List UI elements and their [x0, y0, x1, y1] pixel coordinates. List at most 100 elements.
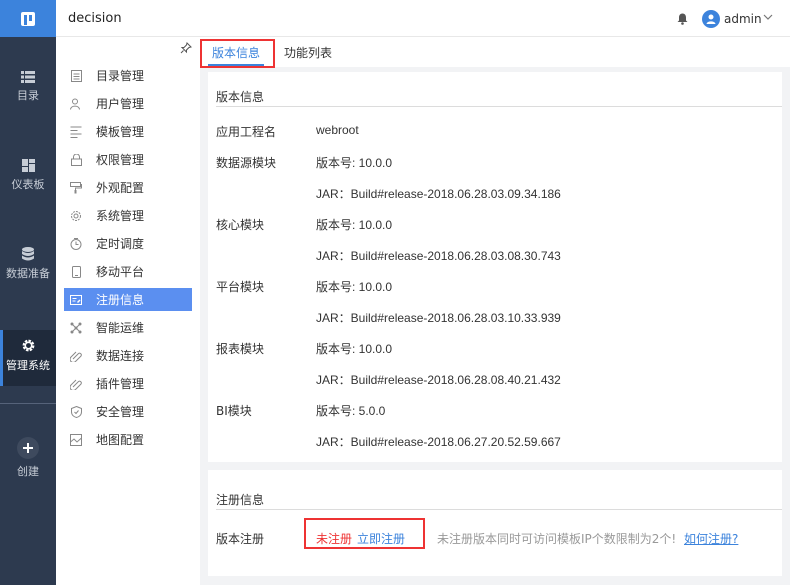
shield-icon	[70, 405, 82, 418]
subnav-item-system[interactable]: 系统管理	[64, 204, 192, 227]
row-label: BI模块	[216, 404, 252, 418]
nav-item-catalog[interactable]: 目录	[0, 71, 56, 103]
subnav-label: 注册信息	[96, 293, 145, 307]
nav-divider	[0, 403, 56, 404]
nav-item-dashboard[interactable]: 仪表板	[0, 159, 56, 192]
subnav-label: 系统管理	[96, 209, 145, 223]
nav-item-create[interactable]: 创建	[0, 437, 56, 479]
avatar[interactable]	[702, 10, 720, 28]
subnav-label: 定时调度	[96, 237, 145, 251]
template-icon	[70, 126, 82, 138]
app-title: decision	[68, 11, 122, 26]
subnav-item-permissions[interactable]: 权限管理	[64, 148, 192, 171]
pin-icon[interactable]	[180, 42, 192, 54]
nav-label: 管理系统	[6, 359, 50, 372]
paint-icon	[70, 181, 82, 194]
row-value: JAR：Build#release-2018.06.27.20.52.59.66…	[316, 435, 561, 449]
logo-icon	[21, 11, 35, 26]
logo[interactable]	[0, 0, 56, 37]
register-icon	[70, 294, 82, 306]
card-title: 版本信息	[216, 90, 265, 104]
main-content: 版本信息 功能列表 版本信息 应用工程名 webroot 数据源模块 版本号: …	[200, 37, 790, 585]
tab-bar: 版本信息 功能列表	[200, 37, 790, 67]
user-icon	[70, 98, 82, 110]
row-value: 版本号: 10.0.0	[316, 156, 393, 170]
nav-item-management[interactable]: 管理系统	[0, 330, 56, 386]
subnav-item-plugins[interactable]: 插件管理	[64, 372, 192, 395]
subnav-label: 目录管理	[96, 69, 145, 83]
settings-icon	[70, 210, 82, 222]
row-label: 平台模块	[216, 280, 265, 294]
subnav-label: 插件管理	[96, 377, 145, 391]
register-label: 版本注册	[216, 532, 265, 546]
subnav-item-templates[interactable]: 模板管理	[64, 120, 192, 143]
how-to-register-link[interactable]: 如何注册?	[684, 530, 738, 547]
subnav-item-catalog[interactable]: 目录管理	[64, 64, 192, 87]
highlight-box-register	[304, 518, 425, 549]
row-label: 报表模块	[216, 342, 265, 356]
subnav-item-users[interactable]: 用户管理	[64, 92, 192, 115]
sub-nav: 目录管理 用户管理 模板管理 权限管理 外观配置 系统管理 定时调度 移动平台 …	[56, 37, 200, 585]
plus-icon	[17, 437, 39, 459]
subnav-label: 用户管理	[96, 97, 145, 111]
subnav-label: 模板管理	[96, 125, 145, 139]
mobile-icon	[70, 265, 82, 278]
row-value: 版本号: 10.0.0	[316, 218, 393, 232]
dashboard-icon	[21, 159, 35, 172]
subnav-item-register[interactable]: 注册信息	[64, 288, 192, 311]
subnav-label: 智能运维	[96, 321, 145, 335]
map-icon	[70, 433, 82, 446]
row-value: JAR：Build#release-2018.06.28.03.10.33.93…	[316, 311, 561, 325]
database-icon	[22, 247, 34, 261]
list-icon	[21, 71, 35, 83]
row-label: 数据源模块	[216, 156, 277, 170]
top-bar: decision admin	[0, 0, 790, 37]
chevron-down-icon[interactable]	[763, 12, 773, 22]
left-nav: 目录 仪表板 数据准备 管理系统 创建	[0, 37, 56, 585]
subnav-label: 安全管理	[96, 405, 145, 419]
plugin-icon	[70, 378, 82, 390]
row-value: 版本号: 5.0.0	[316, 404, 386, 418]
link-icon	[70, 350, 82, 362]
subnav-item-map[interactable]: 地图配置	[64, 428, 192, 451]
nav-label: 目录	[17, 89, 39, 102]
row-value: JAR：Build#release-2018.06.28.03.08.30.74…	[316, 249, 561, 263]
row-value: JAR：Build#release-2018.06.28.03.09.34.18…	[316, 187, 561, 201]
row-label: 核心模块	[216, 218, 265, 232]
row-value: JAR：Build#release-2018.06.28.08.40.21.43…	[316, 373, 561, 387]
tab-function-list[interactable]: 功能列表	[284, 44, 332, 61]
subnav-item-appearance[interactable]: 外观配置	[64, 176, 192, 199]
version-info-card: 版本信息 应用工程名 webroot 数据源模块 版本号: 10.0.0 JAR…	[208, 72, 782, 462]
username[interactable]: admin	[724, 12, 762, 26]
subnav-item-schedule[interactable]: 定时调度	[64, 232, 192, 255]
highlight-box-tab	[200, 39, 275, 68]
user-avatar-icon	[706, 14, 716, 24]
subnav-label: 地图配置	[96, 433, 145, 447]
nav-label: 仪表板	[11, 178, 45, 191]
subnav-label: 数据连接	[96, 349, 145, 363]
catalog-icon	[70, 69, 82, 82]
row-value: webroot	[316, 123, 359, 137]
row-value: 版本号: 10.0.0	[316, 342, 393, 356]
card-divider	[216, 509, 782, 510]
subnav-label: 权限管理	[96, 153, 145, 167]
row-label: 应用工程名	[216, 125, 277, 139]
nav-label: 创建	[17, 465, 39, 478]
timer-icon	[70, 237, 82, 250]
bell-icon[interactable]	[677, 13, 688, 25]
nav-item-data-prep[interactable]: 数据准备	[0, 247, 56, 281]
subnav-label: 外观配置	[96, 181, 145, 195]
card-title: 注册信息	[216, 493, 265, 507]
subnav-item-ops[interactable]: 智能运维	[64, 316, 192, 339]
register-note: 未注册版本同时可访问模板IP个数限制为2个!	[437, 532, 677, 546]
card-divider	[216, 106, 782, 107]
ops-icon	[70, 322, 82, 334]
subnav-label: 移动平台	[96, 265, 145, 279]
lock-icon	[70, 153, 82, 166]
nav-label: 数据准备	[6, 267, 50, 280]
subnav-item-security[interactable]: 安全管理	[64, 400, 192, 423]
row-value: 版本号: 10.0.0	[316, 280, 393, 294]
subnav-item-mobile[interactable]: 移动平台	[64, 260, 192, 283]
subnav-item-connections[interactable]: 数据连接	[64, 344, 192, 367]
register-info-card: 注册信息 版本注册 未注册 立即注册 未注册版本同时可访问模板IP个数限制为2个…	[208, 470, 782, 576]
